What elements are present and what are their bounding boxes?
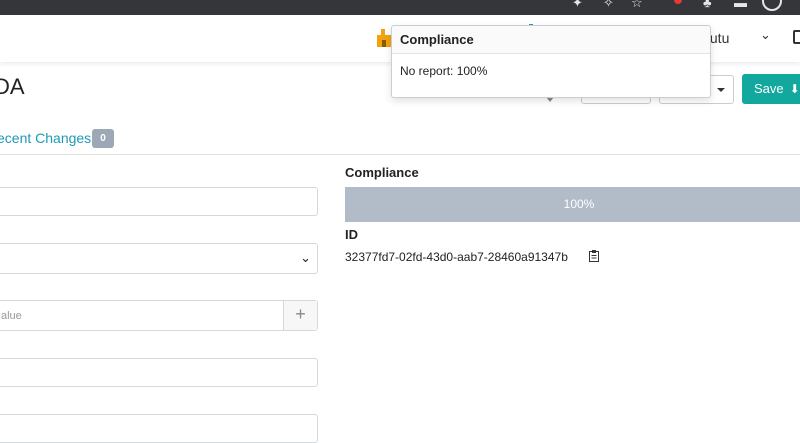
popover-body: No report: 100%	[400, 64, 488, 78]
category-select[interactable]: ⌄	[0, 243, 318, 274]
clipboard-icon[interactable]	[589, 250, 599, 262]
save-button[interactable]: Save ⬇	[742, 74, 800, 104]
id-label: ID	[345, 227, 358, 242]
tabs-divider	[0, 154, 800, 155]
save-button-label: Save	[754, 81, 784, 96]
name-input[interactable]	[0, 187, 318, 216]
star-icon[interactable]: ☆	[631, 0, 643, 11]
compliance-popover: Compliance No report: 100%	[391, 25, 711, 98]
chevron-down-icon[interactable]: ⌄	[760, 27, 771, 43]
value-placeholder: alue	[1, 310, 22, 322]
page-title: DA	[0, 74, 25, 99]
text-input[interactable]	[0, 358, 318, 387]
caret-down-icon	[717, 88, 725, 92]
compliance-bar-value: 100%	[563, 197, 595, 211]
chevron-down-icon: ⌄	[300, 250, 311, 265]
rudder-icon[interactable]	[377, 29, 391, 47]
recent-changes-count-badge: 0	[92, 129, 114, 148]
plus-icon[interactable]: +	[283, 301, 317, 330]
id-value: 32377fd7-02fd-43d0-aab7-28460a91347b	[345, 250, 568, 264]
extension-icon[interactable]: ✧	[603, 0, 614, 11]
property-value-input[interactable]: alue +	[0, 300, 318, 331]
download-icon: ⬇	[789, 82, 800, 96]
browser-toolbar: ✦ ✧ ☆ ♣ ▬	[0, 0, 800, 15]
logout-icon[interactable]	[793, 30, 800, 44]
tab-recent-changes[interactable]: ecent Changes	[0, 130, 91, 146]
extension-icon[interactable]: ✦	[572, 0, 583, 11]
profile-icon[interactable]	[762, 0, 782, 11]
text-input[interactable]	[0, 414, 318, 443]
compliance-label: Compliance	[345, 165, 419, 180]
puzzle-icon[interactable]: ♣	[703, 0, 712, 10]
media-icon[interactable]: ▬	[734, 0, 747, 10]
compliance-bar[interactable]: 100%	[345, 187, 800, 222]
record-indicator-icon	[674, 0, 682, 4]
popover-title: Compliance	[392, 26, 710, 54]
